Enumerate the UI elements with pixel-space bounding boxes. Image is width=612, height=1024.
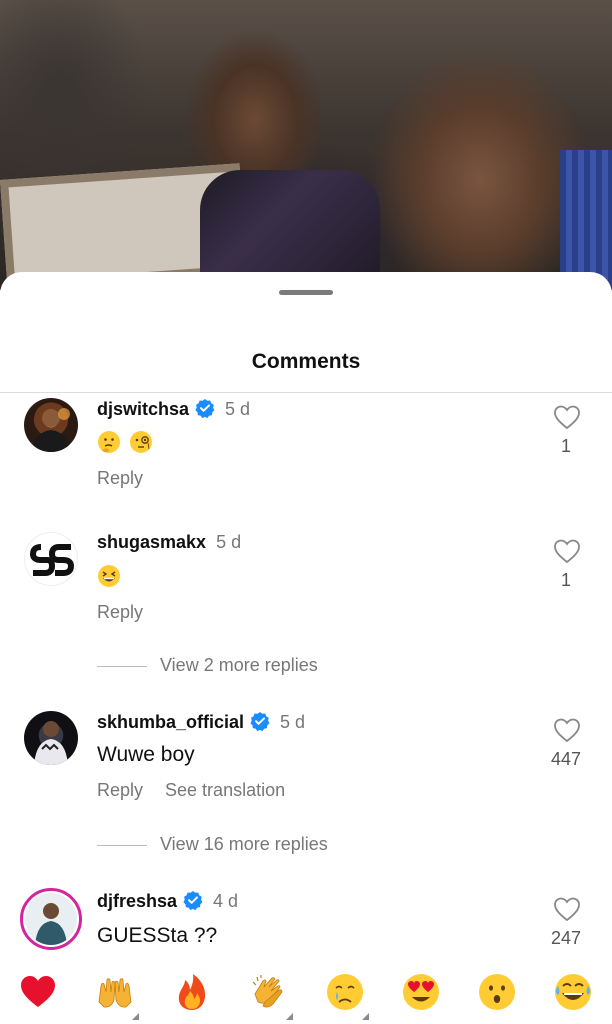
heart-outline-icon[interactable] <box>553 717 581 743</box>
comment-text <box>97 564 129 588</box>
view-more-line <box>97 666 147 667</box>
heart-outline-icon[interactable] <box>553 896 581 922</box>
avatar[interactable] <box>24 532 78 586</box>
comment-text: GUESSta ?? <box>97 924 218 947</box>
verified-badge-icon <box>250 712 270 731</box>
avatar-image <box>34 721 68 765</box>
grinning-squinting-face-icon <box>98 565 120 588</box>
verified-badge-icon <box>183 891 203 910</box>
reply-button[interactable]: Reply <box>97 468 143 488</box>
comment-actions: Reply <box>97 468 143 489</box>
reply-button[interactable]: Reply <box>97 602 143 622</box>
corner-indicator <box>362 1013 369 1020</box>
avatar-image <box>32 408 70 452</box>
like-count: 447 <box>550 749 582 769</box>
view-more-label: View 2 more replies <box>160 655 318 675</box>
comment-time: 5 d <box>216 532 242 552</box>
reply-button[interactable]: Reply <box>97 780 143 800</box>
drag-handle[interactable] <box>279 290 333 295</box>
photo-blue-shirt <box>560 150 612 290</box>
avatar[interactable] <box>24 711 78 765</box>
shugasmakx-logo-icon <box>29 544 75 576</box>
emoji-crying-face-button[interactable] <box>325 972 369 1020</box>
username[interactable]: shugasmakx <box>97 532 206 552</box>
like-count: 1 <box>560 436 571 456</box>
crying-face-icon <box>327 974 363 1010</box>
comment-header: shugasmakx 5 d <box>97 532 241 553</box>
thinking-face-icon <box>98 431 120 454</box>
hushed-face-icon <box>479 974 515 1010</box>
emoji-clapping-hands-button[interactable] <box>249 972 293 1020</box>
view-more-label: View 16 more replies <box>160 834 328 854</box>
comment-header: djswitchsa 5 d <box>97 398 250 420</box>
fire-icon <box>178 974 206 1010</box>
username[interactable]: skhumba_official <box>97 712 244 732</box>
comment-text <box>97 430 161 454</box>
corner-indicator <box>286 1013 293 1020</box>
raising-hands-icon <box>98 978 132 1008</box>
red-heart-icon <box>21 976 55 1007</box>
comment-time: 5 d <box>280 712 306 732</box>
comments-sheet: Comments <box>0 272 612 1024</box>
heart-outline-icon[interactable] <box>553 538 581 564</box>
view-more-replies-button[interactable]: View 2 more replies <box>97 655 497 679</box>
sheet-title: Comments <box>251 350 361 373</box>
avatar[interactable] <box>20 888 82 950</box>
like-count: 247 <box>550 928 582 948</box>
avatar-image <box>25 893 77 945</box>
comment-header: djfreshsa 4 d <box>97 890 238 912</box>
heart-outline-icon[interactable] <box>553 404 581 430</box>
view-more-line <box>97 845 147 846</box>
face-with-monocle-icon <box>130 431 152 454</box>
username[interactable]: djfreshsa <box>97 891 177 911</box>
tears-of-joy-icon <box>555 974 591 1010</box>
comment-text: Wuwe boy <box>97 743 195 766</box>
emoji-red-heart-button[interactable] <box>18 972 58 1012</box>
comment-time: 4 d <box>213 891 239 911</box>
divider <box>0 392 612 393</box>
emoji-heart-eyes-button[interactable] <box>401 972 441 1012</box>
heart-eyes-icon <box>403 974 439 1010</box>
avatar[interactable] <box>24 398 78 452</box>
verified-badge-icon <box>195 399 215 418</box>
emoji-reaction-bar <box>0 958 612 1024</box>
corner-indicator <box>132 1013 139 1020</box>
like-count: 1 <box>560 570 571 590</box>
emoji-tears-of-joy-button[interactable] <box>553 972 593 1012</box>
comment-actions: Reply <box>97 602 143 623</box>
view-more-replies-button[interactable]: View 16 more replies <box>97 834 497 858</box>
post-photo <box>0 0 612 290</box>
clapping-hands-icon <box>252 975 283 1008</box>
comment-header: skhumba_official 5 d <box>97 711 305 733</box>
emoji-hushed-face-button[interactable] <box>477 972 517 1012</box>
emoji-fire-button[interactable] <box>172 972 212 1012</box>
username[interactable]: djswitchsa <box>97 399 189 419</box>
comment-time: 5 d <box>225 399 251 419</box>
emoji-raising-hands-button[interactable] <box>95 972 139 1020</box>
see-translation-button[interactable]: See translation <box>165 780 285 800</box>
comment-actions: Reply See translation <box>97 780 285 801</box>
